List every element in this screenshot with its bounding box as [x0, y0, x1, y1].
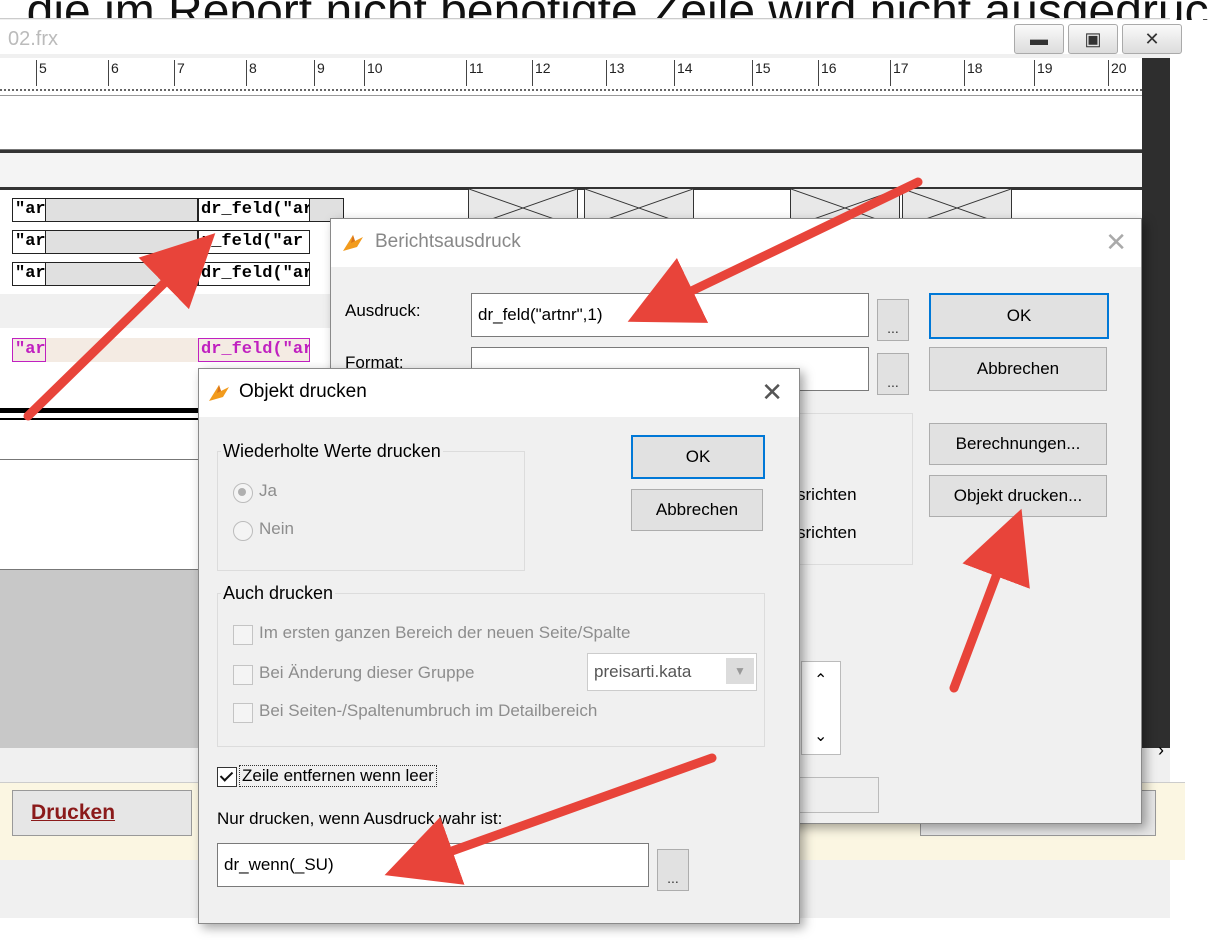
- nur-drucken-label: Nur drucken, wenn Ausdruck wahr ist:: [217, 809, 503, 828]
- foxpro-icon: [209, 385, 229, 401]
- ruler-tick: 15: [752, 60, 771, 86]
- chevron-down-icon[interactable]: ⌄: [814, 726, 827, 746]
- chevron-up-icon[interactable]: ⌃: [814, 670, 827, 690]
- ruler-tick: 10: [364, 60, 383, 86]
- checkbox-ersten-bereich[interactable]: [233, 625, 253, 645]
- foxpro-icon: [343, 235, 363, 251]
- checkbox-seitenumbruch[interactable]: [233, 703, 253, 723]
- ruler: 5 6 7 8 9 10 11 12 13 14 15 16 17 18 19 …: [0, 58, 1142, 96]
- ruler-tick: 16: [818, 60, 837, 86]
- ok-button[interactable]: OK: [929, 293, 1109, 339]
- ausdruck-label: Ausdruck:: [345, 301, 421, 320]
- radio-ja[interactable]: [233, 483, 253, 503]
- report-field-tan[interactable]: [46, 338, 198, 362]
- ruler-tick: 8: [246, 60, 257, 86]
- auch-drucken-label: Auch drucken: [221, 583, 336, 604]
- ok-button[interactable]: OK: [631, 435, 765, 479]
- vertical-scrollbar[interactable]: [1142, 58, 1170, 748]
- ruler-tick: 20: [1108, 60, 1127, 86]
- report-field[interactable]: dr_feld("ar: [198, 198, 310, 222]
- window-title: 02.frx: [8, 28, 59, 50]
- wiederholte-group: [217, 451, 525, 571]
- abbrechen-button[interactable]: Abbrechen: [929, 347, 1107, 391]
- abbrechen-button[interactable]: Abbrechen: [631, 489, 763, 531]
- report-field[interactable]: "ar: [12, 262, 46, 286]
- objekt-drucken-dialog: Objekt drucken ✕ Wiederholte Werte druck…: [198, 368, 800, 924]
- report-field[interactable]: "ar: [12, 198, 46, 222]
- berechnungen-label: Berechnungen...: [955, 434, 1081, 453]
- report-field[interactable]: dr_feld("ar: [198, 262, 310, 286]
- checkbox-zeile-entfernen[interactable]: [217, 767, 237, 787]
- nur-drucken-browse-button[interactable]: ...: [657, 849, 689, 891]
- close-icon[interactable]: ✕: [1122, 24, 1182, 54]
- ruler-tick: 5: [36, 60, 47, 86]
- gruppe-select[interactable]: preisarti.kata ▼: [587, 653, 757, 691]
- gruppe-select-value: preisarti.kata: [594, 662, 692, 681]
- report-field-gray[interactable]: [46, 262, 198, 286]
- radio-ja-label[interactable]: Ja: [259, 481, 277, 501]
- close-icon[interactable]: ✕: [761, 377, 783, 408]
- align-option-2[interactable]: srichten: [797, 523, 857, 543]
- report-field[interactable]: r_feld("ar: [198, 230, 310, 254]
- comment-scrollbar[interactable]: ⌃ ⌄: [801, 661, 841, 755]
- ruler-tick: 19: [1034, 60, 1053, 86]
- ruler-tick: 14: [674, 60, 693, 86]
- ruler-tick: 13: [606, 60, 625, 86]
- chevron-down-icon[interactable]: ▼: [726, 658, 754, 684]
- ruler-tick: 12: [532, 60, 551, 86]
- report-band-group: [0, 153, 1142, 189]
- report-band-header: [0, 96, 1142, 150]
- hidden-button[interactable]: [799, 777, 879, 813]
- ruler-tick: 17: [890, 60, 909, 86]
- format-browse-button[interactable]: ...: [877, 353, 909, 395]
- objekt-drucken-button[interactable]: Objekt drucken...: [929, 475, 1107, 517]
- radio-nein-label[interactable]: Nein: [259, 519, 294, 539]
- report-field-gray[interactable]: [46, 230, 198, 254]
- wiederholte-label: Wiederholte Werte drucken: [221, 441, 443, 462]
- close-icon[interactable]: ✕: [1105, 227, 1127, 258]
- maximize-icon[interactable]: ▣: [1068, 24, 1118, 54]
- drucken-button[interactable]: Drucken: [12, 790, 192, 836]
- report-field-pink[interactable]: "ar: [12, 338, 46, 362]
- drucken-label: Drucken: [31, 801, 116, 824]
- ruler-tick: 18: [964, 60, 983, 86]
- minimize-icon[interactable]: ▬: [1014, 24, 1064, 54]
- ruler-tick: 9: [314, 60, 325, 86]
- report-field-pink[interactable]: dr_feld("ar: [198, 338, 310, 362]
- option-seitenumbruch-label[interactable]: Bei Seiten-/Spaltenumbruch im Detailbere…: [259, 701, 597, 721]
- report-field[interactable]: "ar: [12, 230, 46, 254]
- option-gruppe-label[interactable]: Bei Änderung dieser Gruppe: [259, 663, 474, 683]
- ruler-tick: 7: [174, 60, 185, 86]
- align-option-1[interactable]: srichten: [797, 485, 857, 505]
- report-field-gray[interactable]: [46, 198, 198, 222]
- ruler-tick: 11: [466, 60, 484, 86]
- berechnungen-button[interactable]: Berechnungen...: [929, 423, 1107, 465]
- dialog-title: Objekt drucken: [239, 381, 367, 402]
- report-spacer-row: [0, 294, 340, 328]
- ausdruck-browse-button[interactable]: ...: [877, 299, 909, 341]
- zeile-entfernen-label[interactable]: Zeile entfernen wenn leer: [239, 765, 437, 787]
- dialog-titlebar: Berichtsausdruck ✕: [331, 219, 1141, 267]
- scroll-right-icon[interactable]: ›: [1158, 740, 1186, 764]
- objekt-drucken-label: Objekt drucken...: [953, 486, 1083, 505]
- ausdruck-input[interactable]: dr_feld("artnr",1): [471, 293, 869, 337]
- radio-nein[interactable]: [233, 521, 253, 541]
- ruler-tick: 6: [108, 60, 119, 86]
- option-ersten-bereich-label[interactable]: Im ersten ganzen Bereich der neuen Seite…: [259, 623, 630, 643]
- dialog-titlebar: Objekt drucken ✕: [199, 369, 799, 417]
- nur-drucken-input[interactable]: dr_wenn(_SU): [217, 843, 649, 887]
- checkbox-gruppe[interactable]: [233, 665, 253, 685]
- dialog-title: Berichtsausdruck: [375, 231, 521, 252]
